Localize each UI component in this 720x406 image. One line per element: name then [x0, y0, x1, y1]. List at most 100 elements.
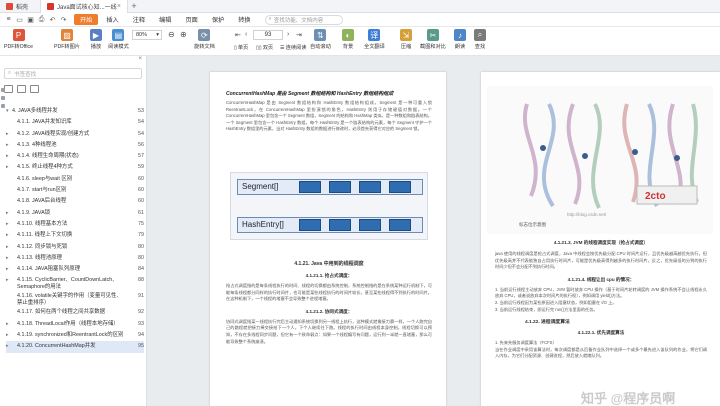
annotation-icon[interactable] — [1, 104, 5, 108]
next-page-icon[interactable]: › — [287, 31, 289, 38]
document-view[interactable]: ConcurrentHashMap 是由 Segment 数组结构和 HashE… — [148, 56, 720, 406]
first-page-icon[interactable]: ⇤ — [235, 31, 241, 39]
hashentry-cell — [359, 219, 381, 231]
close-icon[interactable]: × — [117, 3, 121, 10]
sidebar-bookmark-item[interactable]: ▸ 4.1.5. 终止线程4种方式 59 — [6, 162, 144, 173]
sidebar-bookmark-item[interactable]: ▸ 4.1.20. ConcurrentHashMap并发 95 — [6, 341, 144, 353]
redo-icon[interactable]: ↷ — [59, 15, 68, 24]
zoom-in-icon[interactable]: ⊕ — [180, 30, 187, 39]
bookmark-title: 4.1.9. JAVA锁 — [17, 209, 51, 216]
undo-icon[interactable]: ↶ — [48, 15, 57, 24]
dual-page-button[interactable]: ▯▯ 双页 — [256, 44, 273, 52]
sidebar-bookmark-item[interactable]: ▸ 4.1.2. JAVA线程实现/创建方式 54 — [6, 129, 144, 140]
sidebar-bookmark-item[interactable]: 4.1.16. volatile关键字的作用（变量可见性、禁止重排序） 91 — [6, 291, 144, 307]
menu-protect[interactable]: 保护 — [206, 14, 230, 25]
menu-icon[interactable]: ≡ — [4, 15, 13, 24]
pdf-to-image-button[interactable]: ▨ PDF转图片 — [54, 29, 80, 50]
read-aloud-label: 朗读 — [454, 44, 466, 50]
auto-scroll-button[interactable]: ⇅ 自动滚动 — [310, 29, 331, 50]
menu-annotate[interactable]: 注释 — [127, 14, 151, 25]
bookmark-title: 4.1.5. 终止线程4种方式 — [17, 164, 73, 171]
read-aloud-button[interactable]: ♪ 朗读 — [454, 29, 466, 50]
sidebar-bookmark-item[interactable]: 4.1.17. 如何在两个线程之间共享数据 92 — [6, 307, 144, 318]
sidebar-bookmark-item[interactable]: ▸ 4.1.19. synchronized和ReentrantLock的区别 94 — [6, 330, 144, 341]
sidebar-bookmark-item[interactable]: 4.1.8. JAVA后台线程 60 — [6, 196, 144, 207]
screenshot-compare-button[interactable]: ✂ 截图和对比 — [420, 29, 446, 50]
menu-start[interactable]: 开始 — [74, 14, 99, 25]
sidebar-bookmark-item[interactable]: ▸ 4.1.3. 4种线程池 56 — [6, 140, 144, 151]
sidebar-bookmark-item[interactable]: ▸ 4.1.4. 线程生命周期(状态) 57 — [6, 151, 144, 162]
folder-icon[interactable]: ▭ — [15, 15, 24, 24]
segment-cell — [389, 181, 411, 193]
bookmark-title: 4.1.7. start与run区别 — [17, 187, 67, 194]
continuous-icon: ☰ — [280, 44, 285, 51]
bookmark-tree: ▾ 4. JAVA多线程并发 53 4.1.1. JAVA并发知识库 54 ▸ 4.1.2.… — [6, 106, 144, 353]
segment-cell — [359, 181, 381, 193]
section-heading: 4.1.22. 进程调度算法 — [525, 320, 570, 326]
sidebar-bookmark-item[interactable]: 4.1.1. JAVA并发知识库 54 — [6, 117, 144, 128]
segment-cell — [299, 181, 321, 193]
section-heading: 4.1.21.3. JVM 的线程调度实现（抢占式调度） — [553, 240, 649, 245]
find-button[interactable]: ⌕ 查找 — [474, 29, 486, 50]
bookmark-page-number: 61 — [138, 209, 144, 216]
menu-page[interactable]: 页面 — [180, 14, 204, 25]
search-icon: ⌕ — [268, 16, 272, 22]
sidebar-bookmark-item[interactable]: ▾ 4. JAVA多线程并发 53 — [6, 106, 144, 117]
full-translate-button[interactable]: 译 全文翻译 — [364, 29, 385, 50]
rotate-label: 旋转文档 — [194, 44, 215, 50]
sidebar-bookmark-item[interactable]: ▸ 4.1.10. 线程基本方法 75 — [6, 219, 144, 230]
bookmark-page-number: 91 — [138, 293, 144, 300]
sidebar-bookmark-item[interactable]: ▸ 4.1.18. ThreadLocal作用（线程本地存储） 93 — [6, 319, 144, 330]
sidebar-bookmark-item[interactable]: ▸ 4.1.15. CyclicBarrier、CountDownLatch、Se… — [6, 275, 144, 291]
thread-scheduling-diagram: 2cto http://blog.csdn.net/ 标志位示意图 — [487, 86, 713, 234]
sidebar-bookmark-item[interactable]: 4.1.7. start与run区别 60 — [6, 185, 144, 196]
full-translate-label: 全文翻译 — [364, 44, 385, 50]
compress-button[interactable]: ⇲ 压缩 — [400, 29, 412, 50]
new-tab-button[interactable]: + — [128, 1, 140, 11]
close-icon[interactable]: × — [138, 56, 142, 66]
sidebar-bookmark-item[interactable]: ▸ 4.1.9. JAVA锁 61 — [6, 208, 144, 219]
background-button[interactable]: ◐ 背景 — [342, 29, 354, 50]
zoom-out-icon[interactable]: ⊖ — [168, 30, 175, 39]
bookmark-add-icon[interactable] — [17, 85, 26, 93]
rotate-button[interactable]: ⟳ 旋转文档 — [194, 29, 215, 50]
print-icon[interactable]: ⎙ — [37, 15, 46, 24]
menu-convert[interactable]: 转换 — [232, 14, 256, 25]
single-page-button[interactable]: ▯ 单页 — [234, 44, 248, 52]
bookmark-title: 4.1.13. 线程池原理 — [17, 254, 62, 261]
auto-scroll-icon: ⇅ — [314, 29, 327, 41]
continuous-button[interactable]: ☰ 连续阅读 — [280, 44, 306, 52]
tab-document[interactable]: Java面试核心知...一线大厂收藏.pdf × — [40, 0, 128, 13]
bookmark-page-number: 80 — [138, 254, 144, 261]
thumbnail-icon[interactable] — [1, 88, 5, 92]
find-label: 查找 — [474, 44, 486, 50]
bookmark-search-input[interactable]: ⌕ 书签查找 — [4, 68, 142, 79]
play-button[interactable]: ▶ 播放 — [90, 29, 102, 50]
prev-page-icon[interactable]: ‹ — [245, 31, 247, 38]
pdf-page-right: 2cto http://blog.csdn.net/ 标志位示意图 4.1.21… — [481, 72, 720, 406]
subsection-heading: 4.1.21.1. 抢占式调度： — [305, 273, 353, 278]
page-number-input[interactable]: 93 — [253, 30, 283, 40]
save-icon[interactable]: ▣ — [26, 15, 35, 24]
bookmark-icon[interactable] — [1, 96, 5, 100]
bookmark-page-number: 59 — [138, 164, 144, 171]
zoom-select[interactable]: 80% ▾ — [132, 30, 162, 40]
sidebar-bookmark-item[interactable]: ▸ 4.1.11. 线程上下文切换 79 — [6, 230, 144, 241]
bookmark-page-number: 53 — [138, 108, 144, 114]
sidebar-bookmark-item[interactable]: ▸ 4.1.12. 同步锁与死锁 80 — [6, 242, 144, 253]
menu-edit[interactable]: 编辑 — [153, 14, 177, 25]
sidebar-bookmark-item[interactable]: ▸ 4.1.14. JAVA阻塞队列原理 84 — [6, 264, 144, 275]
bookmark-title: 4.1.11. 线程上下文切换 — [17, 232, 73, 239]
last-page-icon[interactable]: ⇥ — [296, 31, 302, 39]
read-mode-button[interactable]: ▤ 阅读模式 — [108, 29, 129, 50]
menu-insert[interactable]: 插入 — [100, 14, 124, 25]
function-search-input[interactable]: ⌕ 查找功能、文档内容 — [264, 14, 343, 25]
bookmark-list-icon[interactable] — [4, 85, 13, 93]
sidebar-bookmark-item[interactable]: 4.1.6. sleep与wait 区别 60 — [6, 174, 144, 185]
pdf-to-office-button[interactable]: P PDF转Office — [4, 29, 33, 50]
sidebar-bookmark-item[interactable]: ▸ 4.1.13. 线程池原理 80 — [6, 253, 144, 264]
pdf-to-image-icon: ▨ — [60, 29, 73, 41]
bookmark-title: 4.1.15. CyclicBarrier、CountDownLatch、Sem… — [17, 277, 118, 291]
tab-home[interactable]: 稻壳 — [0, 0, 40, 13]
bookmark-delete-icon[interactable] — [30, 85, 39, 93]
